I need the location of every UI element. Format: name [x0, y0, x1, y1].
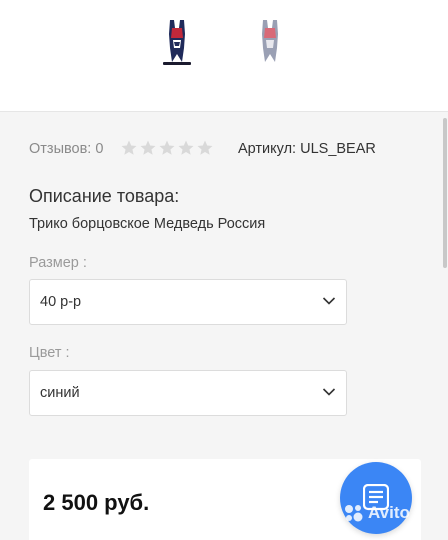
star-icon — [121, 140, 137, 155]
price: 2 500 руб. — [43, 490, 150, 515]
rating-stars — [120, 139, 214, 159]
product-page: Отзывов: 0 Артикул: ULS_BEAR Описание то… — [0, 0, 448, 540]
chevron-down-icon — [322, 297, 336, 305]
size-label: Размер : — [29, 255, 87, 271]
star-icon — [197, 140, 213, 155]
color-label: Цвет : — [29, 345, 70, 361]
star-icon — [159, 140, 175, 155]
selected-thumbnail-indicator — [163, 62, 191, 65]
chat-button[interactable] — [340, 462, 412, 534]
star-icon — [178, 140, 194, 155]
color-select-value: синий — [40, 385, 80, 401]
product-thumbnail-1[interactable] — [160, 18, 194, 64]
star-icon — [140, 140, 156, 155]
description-text: Трико борцовское Медведь Россия — [29, 216, 266, 232]
watermark-text: Avito — [368, 503, 410, 522]
description-heading: Описание товара: — [29, 186, 180, 206]
color-select[interactable]: синий — [29, 370, 347, 416]
image-gallery — [0, 0, 448, 112]
size-select[interactable]: 40 р-р — [29, 279, 347, 325]
avito-logo-icon — [345, 505, 363, 522]
avito-watermark: Avito — [343, 503, 410, 523]
scrollbar[interactable] — [443, 118, 447, 268]
chevron-down-icon — [322, 388, 336, 396]
sku-label: Артикул: ULS_BEAR — [238, 141, 376, 157]
size-select-value: 40 р-р — [40, 294, 82, 310]
reviews-count[interactable]: Отзывов: 0 — [29, 141, 103, 157]
product-thumbnail-2[interactable] — [253, 18, 287, 64]
